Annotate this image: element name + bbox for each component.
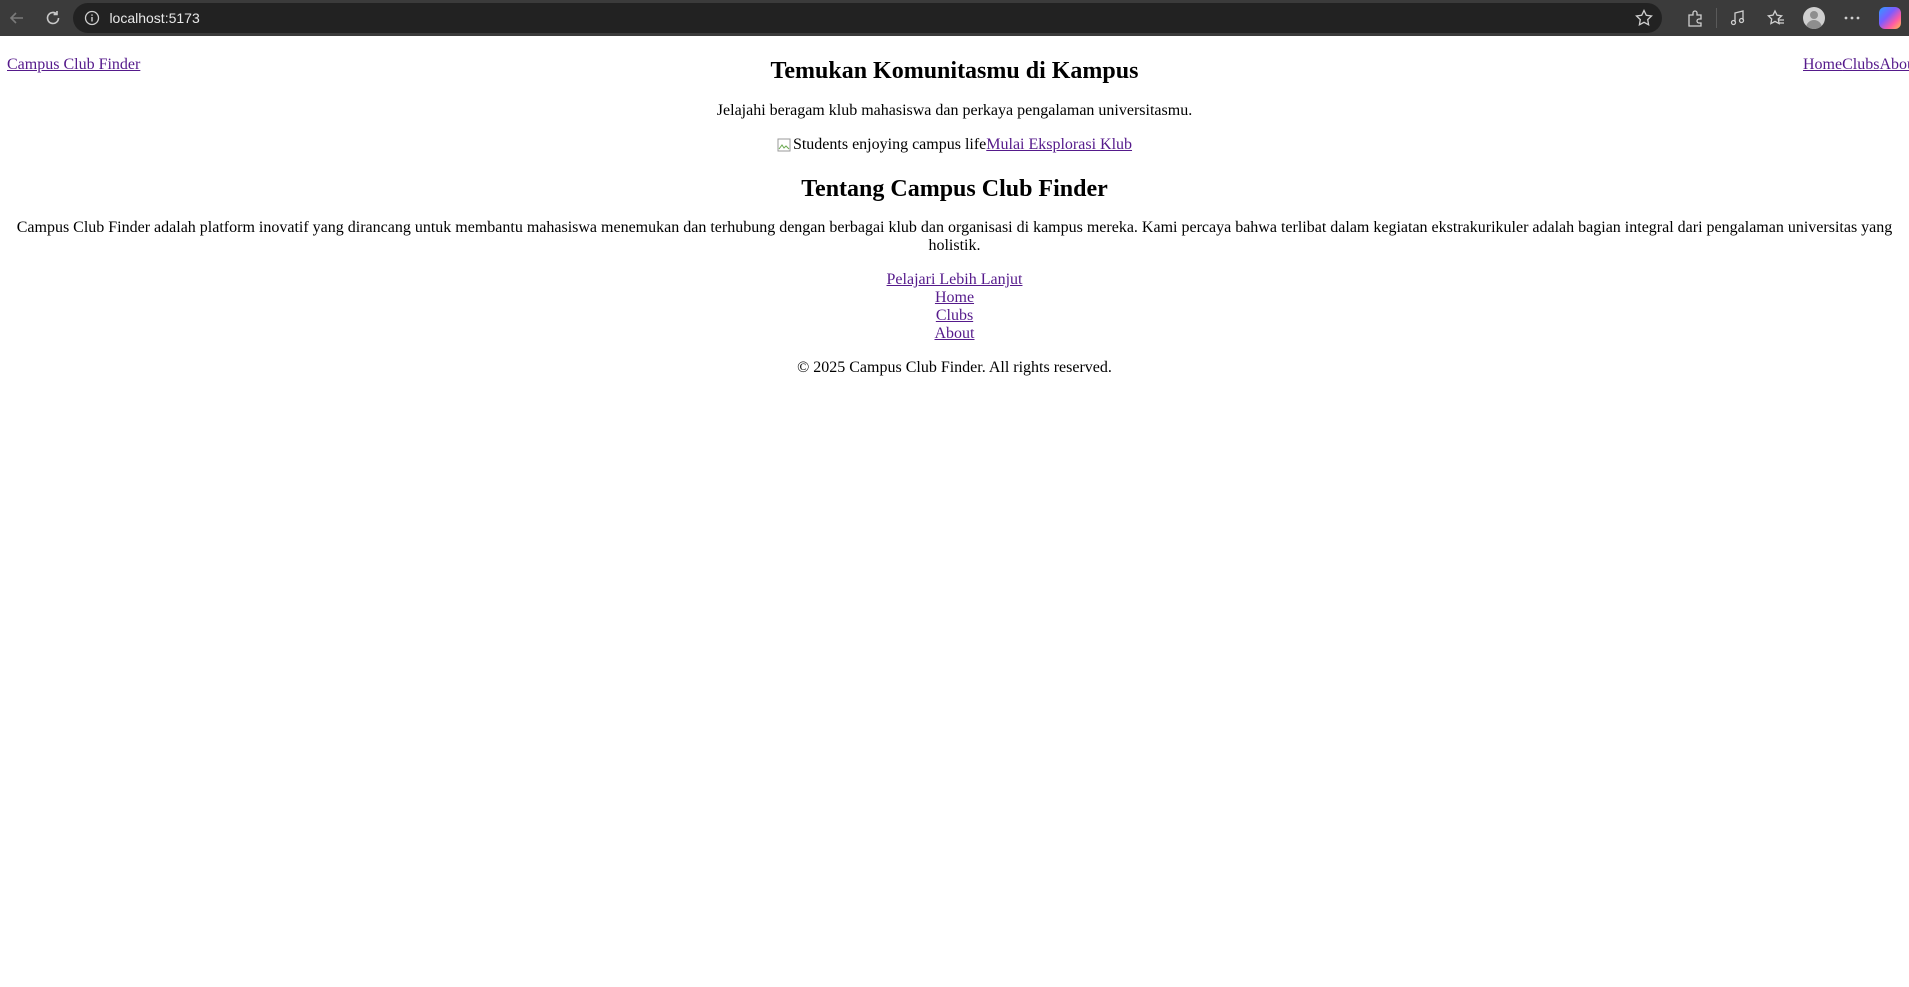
hero-title: Temukan Komunitasmu di Kampus <box>770 58 1139 84</box>
media-icon[interactable] <box>1719 3 1757 33</box>
profile-avatar-icon[interactable] <box>1795 3 1833 33</box>
footer-link-about[interactable]: About <box>935 325 975 343</box>
address-bar[interactable]: localhost:5173 <box>73 3 1663 33</box>
about-title: Tentang Campus Club Finder <box>801 176 1108 202</box>
hero-image-alt: Students enjoying campus life <box>792 136 987 153</box>
footer-link-home[interactable]: Home <box>935 289 974 307</box>
footer-nav: Home Clubs About <box>0 289 1909 343</box>
back-arrow-icon[interactable] <box>2 3 32 33</box>
about-description: Campus Club Finder adalah platform inova… <box>16 219 1893 254</box>
hero-subtitle: Jelajahi beragam klub mahasiswa dan perk… <box>716 102 1193 119</box>
hero-cta-row: Students enjoying campus lifeMulai Ekspl… <box>0 121 1909 155</box>
nav-link-home[interactable]: Home <box>1803 56 1842 73</box>
broken-image-icon <box>777 138 791 152</box>
learn-more-row: Pelajari Lebih Lanjut <box>0 255 1909 289</box>
copilot-logo <box>1879 7 1902 29</box>
more-menu-icon[interactable] <box>1833 3 1871 33</box>
reload-icon[interactable] <box>38 3 68 33</box>
nav-link-clubs[interactable]: Clubs <box>1842 56 1879 73</box>
copyright-text: © 2025 Campus Club Finder. All rights re… <box>797 359 1112 376</box>
site-info-icon[interactable] <box>83 9 101 27</box>
nav-link-about[interactable]: Abou <box>1879 56 1909 73</box>
extensions-icon[interactable] <box>1676 3 1714 33</box>
top-nav: HomeClubsAbou <box>1803 56 1909 74</box>
avatar <box>1803 7 1826 29</box>
browser-toolbar: localhost:5173 <box>0 0 1909 36</box>
toolbar-divider <box>1716 8 1718 28</box>
hero-image: Students enjoying campus life <box>777 135 986 155</box>
copilot-icon[interactable] <box>1871 3 1909 33</box>
favorite-star-icon[interactable] <box>1634 8 1654 33</box>
page-content: Campus Club Finder HomeClubsAbou Temukan… <box>0 36 1909 377</box>
learn-more-link[interactable]: Pelajari Lebih Lanjut <box>887 271 1023 288</box>
footer-link-clubs[interactable]: Clubs <box>936 307 973 325</box>
explore-clubs-link[interactable]: Mulai Eksplorasi Klub <box>986 136 1132 153</box>
brand-link[interactable]: Campus Club Finder <box>7 56 140 74</box>
favorites-icon[interactable] <box>1757 3 1795 33</box>
url-text[interactable]: localhost:5173 <box>109 10 199 26</box>
